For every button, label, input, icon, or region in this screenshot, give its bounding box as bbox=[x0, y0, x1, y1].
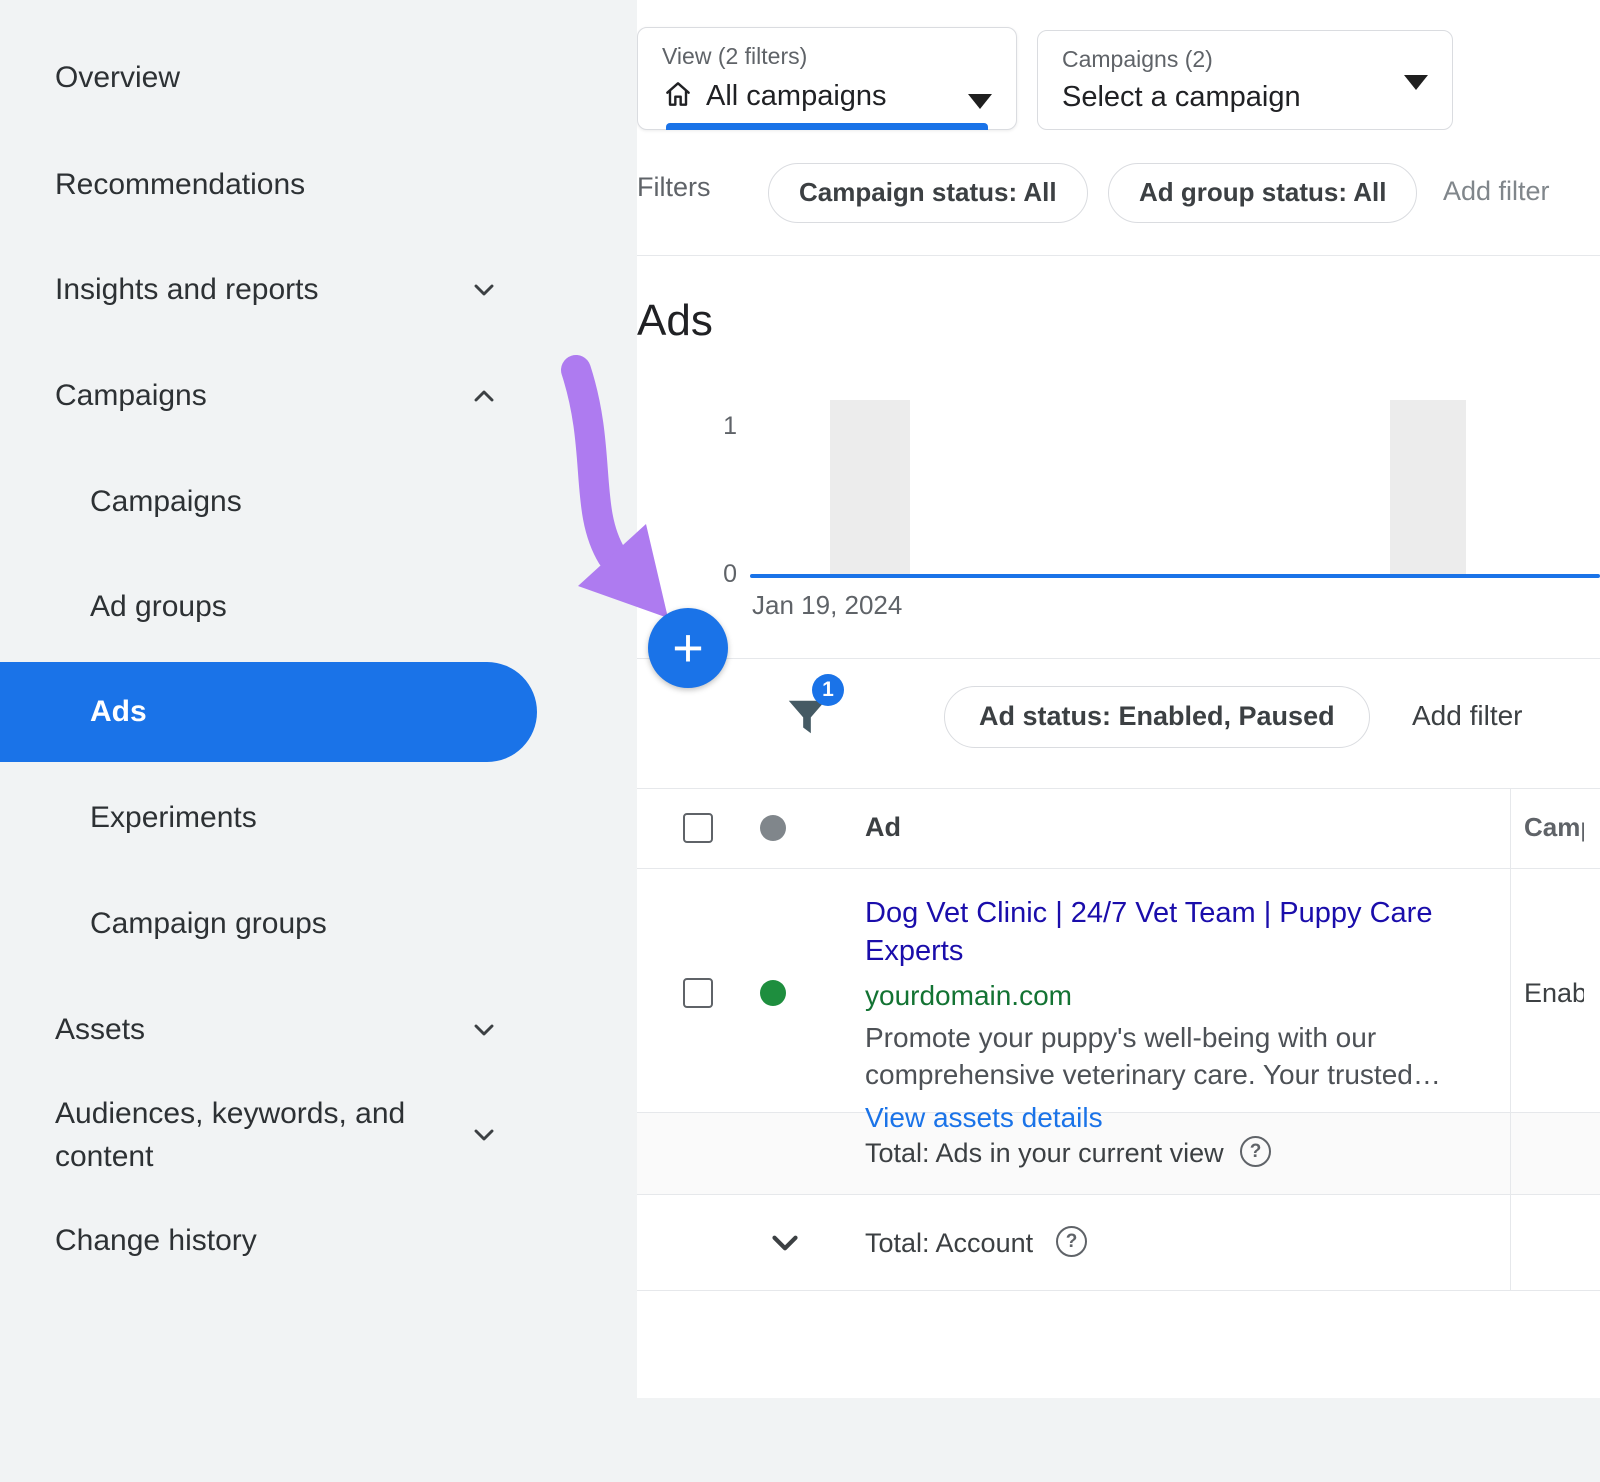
divider bbox=[637, 1194, 1600, 1195]
sidebar-item-change-history[interactable]: Change history bbox=[0, 1191, 637, 1291]
sidebar-item-label: Experiments bbox=[90, 801, 257, 835]
filter-count-badge: 1 bbox=[812, 674, 844, 706]
divider bbox=[637, 1290, 1600, 1291]
sidebar-item-label: Overview bbox=[55, 61, 180, 95]
view-switcher-dropdown[interactable]: View (2 filters) All campaigns bbox=[637, 27, 1017, 130]
divider bbox=[637, 788, 1600, 789]
plus-icon: + bbox=[672, 617, 704, 679]
chevron-down-icon bbox=[468, 1119, 500, 1151]
footer-area bbox=[637, 1398, 1600, 1482]
ad-status-cell: Enabled bbox=[1524, 978, 1584, 1009]
chart-series-line bbox=[750, 574, 1600, 578]
sidebar-item-assets[interactable]: Assets bbox=[0, 980, 637, 1080]
sidebar-item-label: Campaign groups bbox=[90, 907, 327, 941]
sidebar-item-label: Change history bbox=[55, 1224, 257, 1258]
column-header-campaign: Campaign bbox=[1524, 812, 1584, 843]
add-filter-button[interactable]: Add filter bbox=[1412, 700, 1523, 732]
campaign-selector-label: Campaigns (2) bbox=[1062, 46, 1428, 73]
sidebar-item-audiences-keywords-content[interactable]: Audiences, keywords, and content bbox=[0, 1085, 637, 1185]
total-account-label: Total: Account bbox=[865, 1228, 1033, 1259]
add-ad-button[interactable]: + bbox=[648, 608, 728, 688]
sidebar-item-label: Audiences, keywords, and content bbox=[55, 1092, 465, 1179]
sidebar-item-overview[interactable]: Overview bbox=[0, 28, 637, 128]
chevron-down-icon bbox=[468, 1014, 500, 1046]
sidebar-item-insights-and-reports[interactable]: Insights and reports bbox=[0, 240, 637, 340]
enabled-status-dot-icon[interactable] bbox=[760, 980, 786, 1006]
sidebar-item-label: Ads bbox=[90, 695, 147, 729]
performance-chart: 1 0 Jan 19, 2024 bbox=[637, 390, 1600, 625]
sidebar-item-label: Campaigns bbox=[55, 379, 207, 413]
sidebar-item-label: Campaigns bbox=[90, 485, 242, 519]
active-view-indicator bbox=[666, 123, 988, 130]
divider bbox=[637, 658, 1600, 659]
divider bbox=[637, 868, 1600, 869]
chevron-down-icon[interactable] bbox=[764, 1222, 806, 1264]
chevron-up-icon bbox=[468, 380, 500, 412]
sidebar-item-label: Recommendations bbox=[55, 168, 305, 202]
sidebar-item-campaign-groups[interactable]: Campaign groups bbox=[0, 874, 637, 974]
sidebar: Overview Recommendations Insights and re… bbox=[0, 0, 637, 1482]
help-icon[interactable]: ? bbox=[1240, 1136, 1271, 1167]
ad-cell: Dog Vet Clinic | 24/7 Vet Team | Puppy C… bbox=[865, 894, 1505, 1134]
column-divider bbox=[1510, 788, 1511, 1290]
chart-y-tick: 1 bbox=[692, 412, 737, 441]
chart-x-axis-label: Jan 19, 2024 bbox=[752, 590, 902, 621]
page-title: Ads bbox=[637, 296, 713, 346]
chart-column-highlight bbox=[830, 400, 910, 574]
column-header-ad: Ad bbox=[865, 812, 901, 843]
filter-pill-ad-status[interactable]: Ad status: Enabled, Paused bbox=[944, 686, 1370, 748]
select-all-checkbox[interactable] bbox=[683, 813, 713, 843]
status-dot-icon bbox=[760, 815, 786, 841]
filters-label: Filters bbox=[637, 172, 711, 203]
view-assets-details-link[interactable]: View assets details bbox=[865, 1102, 1103, 1134]
ad-display-url: yourdomain.com bbox=[865, 980, 1505, 1012]
row-checkbox[interactable] bbox=[683, 978, 713, 1008]
campaign-selector-value: Select a campaign bbox=[1062, 81, 1301, 114]
sidebar-item-label: Ad groups bbox=[90, 590, 227, 624]
dropdown-caret-icon bbox=[968, 94, 992, 109]
sidebar-item-campaigns[interactable]: Campaigns bbox=[0, 452, 637, 552]
campaign-selector-dropdown[interactable]: Campaigns (2) Select a campaign bbox=[1037, 30, 1453, 130]
sidebar-item-recommendations[interactable]: Recommendations bbox=[0, 135, 637, 235]
help-icon[interactable]: ? bbox=[1056, 1226, 1087, 1257]
google-ads-screen: Overview Recommendations Insights and re… bbox=[0, 0, 1600, 1482]
chevron-down-icon bbox=[468, 274, 500, 306]
chart-column-highlight bbox=[1390, 400, 1466, 574]
ad-description: Promote your puppy's well-being with our… bbox=[865, 1019, 1485, 1095]
sidebar-item-ad-groups[interactable]: Ad groups bbox=[0, 557, 637, 657]
total-current-view-label: Total: Ads in your current view bbox=[865, 1138, 1224, 1169]
sidebar-item-experiments[interactable]: Experiments bbox=[0, 768, 637, 868]
sidebar-item-ads[interactable]: Ads bbox=[0, 662, 537, 762]
view-switcher-value: All campaigns bbox=[706, 80, 887, 113]
add-filter-button[interactable]: Add filter bbox=[1443, 176, 1550, 207]
sidebar-item-label: Assets bbox=[55, 1013, 145, 1047]
divider bbox=[637, 255, 1600, 256]
ad-headline-link[interactable]: Dog Vet Clinic | 24/7 Vet Team | Puppy C… bbox=[865, 894, 1485, 971]
filter-pill-campaign-status[interactable]: Campaign status: All bbox=[768, 163, 1088, 223]
sidebar-item-label: Insights and reports bbox=[55, 273, 318, 307]
home-icon bbox=[662, 78, 694, 115]
sidebar-item-campaigns-section[interactable]: Campaigns bbox=[0, 346, 637, 446]
dropdown-caret-icon bbox=[1404, 75, 1428, 90]
chart-y-tick: 0 bbox=[692, 560, 737, 589]
filter-pill-ad-group-status[interactable]: Ad group status: All bbox=[1108, 163, 1417, 223]
view-switcher-label: View (2 filters) bbox=[662, 43, 992, 70]
